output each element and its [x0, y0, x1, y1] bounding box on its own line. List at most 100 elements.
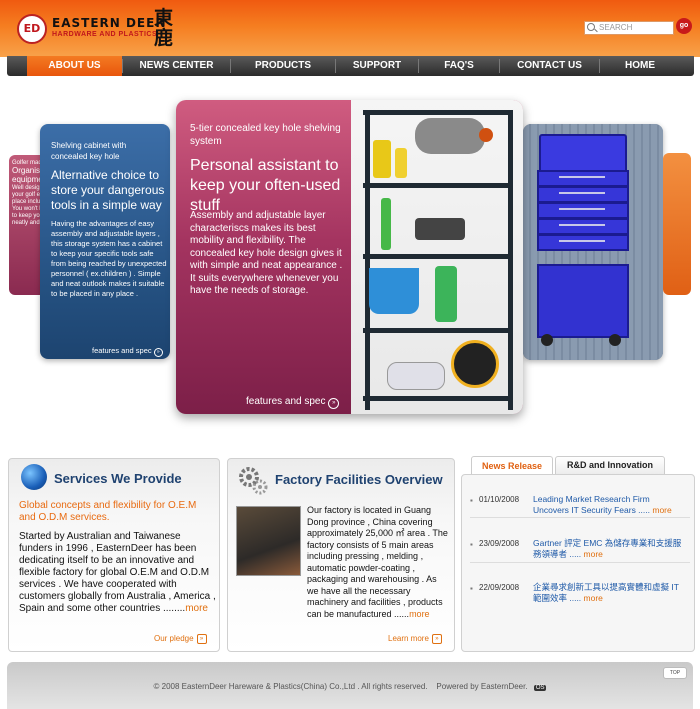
slide-center-body: Assembly and adjustable layer characteri…	[190, 210, 343, 296]
shelf-post	[365, 110, 370, 410]
shelf	[363, 183, 513, 188]
nav-home[interactable]: HOME	[600, 56, 680, 76]
learn-more-link[interactable]: Learn more»	[388, 634, 442, 644]
arrow-right-icon: »	[153, 348, 163, 357]
news-title[interactable]: Leading Market Research Firm Uncovers IT…	[533, 494, 683, 516]
bottle-image	[395, 148, 407, 178]
factory-panel: Factory Facilities Overview Our factory …	[227, 458, 455, 652]
arrow-right-icon: »	[328, 398, 340, 409]
drawer-handle	[559, 192, 605, 194]
nav-faqs[interactable]: FAQ'S	[419, 56, 499, 76]
slide-left-headline: Alternative choice to store your dangero…	[51, 168, 165, 212]
cabinet-base	[537, 264, 629, 338]
factory-photo	[236, 506, 301, 576]
slide-left-features-link[interactable]: features and spec »	[92, 346, 163, 357]
slide-left-heading: Shelving cabinet with concealed key hole	[51, 141, 127, 161]
our-pledge-link[interactable]: Our pledge»	[154, 634, 207, 644]
shelf	[363, 254, 513, 259]
cabinet-drawer	[537, 218, 629, 235]
search-icon	[587, 23, 595, 31]
features-link-label: features and spec	[246, 396, 326, 407]
news-more-link[interactable]: more	[584, 549, 603, 559]
drawer-handle	[559, 208, 605, 210]
carousel-slide-center[interactable]: 5-tier concealed key hole shelving syste…	[176, 100, 523, 414]
nav-support[interactable]: SUPPORT	[336, 56, 418, 76]
shelf	[363, 328, 513, 333]
back-to-top-button[interactable]: TOP	[663, 667, 687, 679]
our-pledge-label: Our pledge	[154, 634, 194, 644]
news-more-link[interactable]: more	[584, 593, 603, 603]
shelf-post	[508, 110, 513, 410]
services-title: Services We Provide	[54, 471, 182, 486]
shelving-unit-image	[351, 100, 523, 414]
shelf	[363, 396, 513, 401]
news-title-text: Gartner 評定 EMC 為儲存專業和支援服務領導者 .....	[533, 538, 682, 559]
services-body-text: Started by Australian and Taiwanese fund…	[19, 531, 216, 614]
drawer-handle	[559, 176, 605, 178]
shelf	[363, 110, 513, 115]
cabinet-drawer	[537, 202, 629, 219]
main-nav: ABOUT US NEWS CENTER PRODUCTS SUPPORT FA…	[7, 56, 694, 76]
wheel	[609, 334, 621, 346]
bullet-icon: ▪	[470, 584, 473, 593]
slide-far-left-line: to keep you	[12, 213, 44, 219]
cabinet-drawer	[537, 186, 629, 203]
powered-by-text[interactable]: Powered by EasternDeer.	[436, 682, 527, 691]
bullet-icon: ▪	[470, 496, 473, 505]
news-title[interactable]: Gartner 評定 EMC 為儲存專業和支援服務領導者 ..... more	[533, 538, 688, 560]
news-divider	[470, 562, 690, 563]
factory-more-link[interactable]: more	[409, 609, 430, 619]
wheel	[541, 334, 553, 346]
nav-about-us[interactable]: ABOUT US	[27, 56, 122, 76]
services-more-link[interactable]: more	[185, 603, 208, 614]
services-body: Started by Australian and Taiwanese fund…	[19, 531, 216, 615]
cable-reel-image	[451, 340, 499, 388]
tab-news-release[interactable]: News Release	[471, 456, 553, 475]
news-date: 01/10/2008	[479, 495, 520, 504]
brand-title: EASTERN DEER	[52, 16, 166, 30]
drawer-handle	[559, 224, 605, 226]
logo-icon[interactable]: ED	[17, 14, 47, 44]
news-title[interactable]: 企業尋求創新工具以提高實體和虛擬 IT 範圍效率 ..... more	[533, 582, 688, 604]
gear-icon	[238, 465, 268, 495]
news-divider	[470, 517, 690, 518]
slide-far-left-line: Well design	[12, 185, 43, 191]
bottle-image	[381, 198, 391, 250]
bucket-image	[369, 268, 419, 314]
slide-far-left-line: your golf eq	[12, 192, 44, 198]
slide-center-headline: Personal assistant to keep your often-us…	[190, 157, 341, 214]
carousel-slide-left[interactable]: Shelving cabinet with concealed key hole…	[40, 124, 170, 359]
logo-text: ED	[23, 22, 41, 35]
slide-far-left-line: place includ	[12, 199, 44, 205]
arrow-right-icon: »	[431, 634, 442, 644]
nav-products[interactable]: PRODUCTS	[231, 56, 335, 76]
carousel-slide-right[interactable]	[523, 124, 663, 360]
bullet-icon: ▪	[470, 540, 473, 549]
search-input[interactable]: SEARCH	[584, 21, 674, 35]
slide-center-features-link[interactable]: features and spec »	[246, 396, 340, 409]
footer-text: © 2008 EasternDeer Hareware & Plastics(C…	[7, 682, 693, 691]
news-date: 22/09/2008	[479, 583, 520, 592]
news-more-link[interactable]: more	[652, 505, 671, 515]
features-link-label: features and spec	[92, 346, 152, 355]
power-tool-image	[479, 128, 493, 142]
site-footer: © 2008 EasternDeer Hareware & Plastics(C…	[7, 662, 693, 709]
news-title-text: 企業尋求創新工具以提高實體和虛擬 IT 範圍效率 .....	[533, 582, 679, 603]
go-button[interactable]: go	[676, 18, 692, 34]
nav-contact-us[interactable]: CONTACT US	[500, 56, 599, 76]
slide-left-body: Having the advantages of easy assembly a…	[51, 219, 167, 298]
tab-rd-innovation[interactable]: R&D and Innovation	[555, 456, 665, 475]
nav-news-center[interactable]: NEWS CENTER	[123, 56, 230, 76]
container-image	[435, 266, 457, 322]
tool-image	[415, 218, 465, 240]
drawer-handle	[559, 240, 605, 242]
brand-subtitle: HARDWARE AND PLASTICS	[52, 31, 158, 38]
factory-title: Factory Facilities Overview	[275, 472, 443, 487]
bottle-image	[373, 140, 391, 178]
carousel-slide-far-right[interactable]	[663, 153, 691, 295]
brand-chinese-name: 東鹿	[154, 7, 174, 49]
top-label: TOP	[669, 670, 681, 676]
arrow-right-icon: »	[196, 634, 207, 644]
news-date: 23/09/2008	[479, 539, 520, 548]
tool-cabinet-image	[533, 134, 629, 356]
